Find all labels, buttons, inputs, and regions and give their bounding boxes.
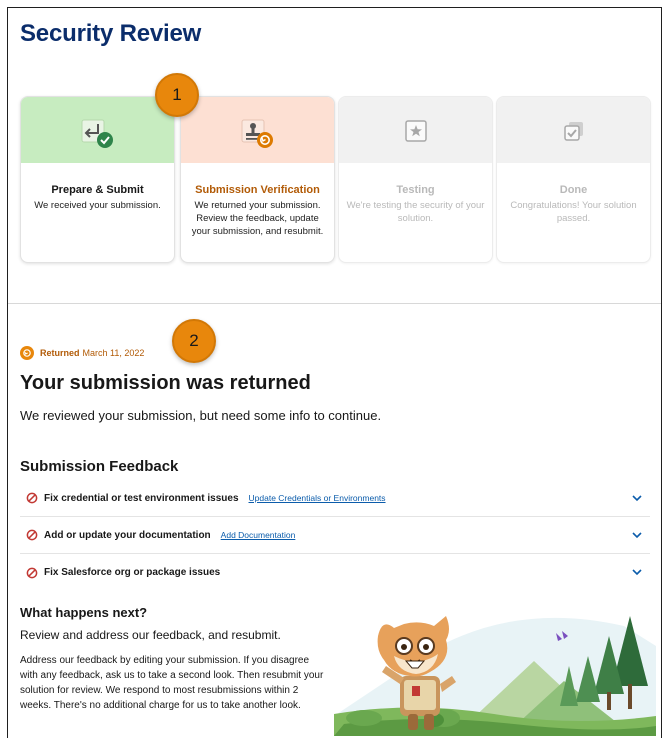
status-line: Returned March 11, 2022 xyxy=(20,346,144,360)
mascot-landscape-illustration xyxy=(334,616,656,736)
step-description: We received your submission. xyxy=(34,200,161,211)
update-credentials-link[interactable]: Update Credentials or Environments xyxy=(249,493,386,503)
feedback-item-title: Add or update your documentation xyxy=(44,529,211,541)
step-done[interactable]: Done Congratulations! Your solution pass… xyxy=(496,96,651,263)
add-documentation-link[interactable]: Add Documentation xyxy=(221,530,296,540)
security-review-page: Security Review Prepare & Submit We rece… xyxy=(7,7,662,738)
step-title: Submission Verification xyxy=(195,184,320,196)
progress-stepper: Prepare & Submit We received your submis… xyxy=(20,96,651,263)
next-steps-heading: What happens next? xyxy=(20,605,148,620)
feedback-heading: Submission Feedback xyxy=(20,458,179,475)
step-title: Prepare & Submit xyxy=(51,184,144,196)
callout-marker-1: 1 xyxy=(155,73,199,117)
step-title: Done xyxy=(559,184,588,196)
ban-icon xyxy=(26,492,38,504)
step-submission-verification[interactable]: Submission Verification We returned your… xyxy=(180,96,335,263)
step-prepare-submit[interactable]: Prepare & Submit We received your submis… xyxy=(20,96,175,263)
chevron-down-icon[interactable] xyxy=(632,568,642,576)
ban-icon xyxy=(26,529,38,541)
status-badge: Returned xyxy=(40,348,80,358)
main-subheading: We reviewed your submission, but need so… xyxy=(20,408,382,423)
step-description: We returned your submission. Review the … xyxy=(191,200,324,237)
status-date: March 11, 2022 xyxy=(82,348,145,358)
step-description: Congratulations! Your solution passed. xyxy=(510,200,637,224)
step-testing[interactable]: Testing We're testing the security of yo… xyxy=(338,96,493,263)
step-description: We're testing the security of your solut… xyxy=(346,200,485,224)
chevron-down-icon[interactable] xyxy=(632,494,642,502)
next-steps-subheading: Review and address our feedback, and res… xyxy=(20,628,281,642)
feedback-item-org-package[interactable]: Fix Salesforce org or package issues xyxy=(20,554,650,591)
step-title: Testing xyxy=(396,184,435,196)
next-steps-body: Address our feedback by editing your sub… xyxy=(20,655,324,711)
feedback-item-title: Fix Salesforce org or package issues xyxy=(44,567,221,578)
star-square-icon xyxy=(404,119,428,148)
ban-icon xyxy=(26,567,38,578)
enter-arrow-check-icon xyxy=(78,117,118,156)
chevron-down-icon[interactable] xyxy=(632,531,642,539)
callout-marker-2: 2 xyxy=(172,319,216,363)
returned-status-icon xyxy=(20,346,34,360)
page-title: Security Review xyxy=(20,20,202,47)
feedback-item-documentation[interactable]: Add or update your documentation Add Doc… xyxy=(20,517,650,554)
stamp-returned-icon xyxy=(238,117,278,156)
feedback-list: Fix credential or test environment issue… xyxy=(20,480,650,591)
feedback-item-title: Fix credential or test environment issue… xyxy=(44,492,239,504)
section-divider xyxy=(8,303,661,304)
main-heading: Your submission was returned xyxy=(20,372,311,394)
feedback-item-credentials[interactable]: Fix credential or test environment issue… xyxy=(20,480,650,517)
stacked-check-icon xyxy=(562,119,586,148)
